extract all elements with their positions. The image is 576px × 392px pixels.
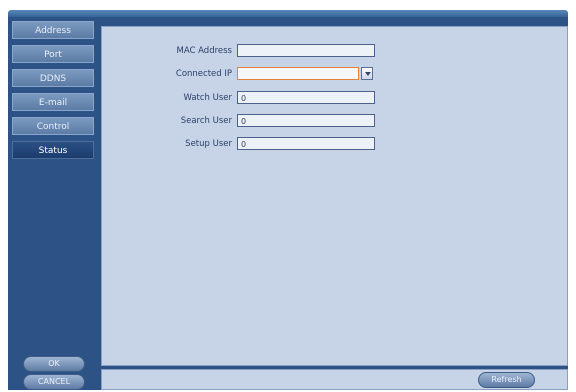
connected-ip-dropdown-button[interactable] [361,67,373,80]
sidebar-item-status[interactable]: Status [12,141,94,159]
ok-button[interactable]: OK [23,356,85,372]
sidebar-item-address[interactable]: Address [12,21,94,39]
setup-user-field[interactable]: 0 [237,137,375,150]
cancel-button[interactable]: CANCEL [23,374,85,390]
chevron-down-icon [365,72,371,76]
sidebar-item-port[interactable]: Port [12,45,94,63]
watch-user-field[interactable]: 0 [237,91,375,104]
mac-address-label: MAC Address [176,46,233,56]
search-user-label: Search User [180,116,232,126]
mac-address-field[interactable] [237,44,375,57]
watch-user-label: Watch User [183,93,232,103]
refresh-button[interactable]: Refresh [478,372,535,388]
sidebar-item-email[interactable]: E-mail [12,93,94,111]
sidebar-item-control[interactable]: Control [12,117,94,135]
setup-user-label: Setup User [185,139,232,149]
status-content: MAC Address Connected IP Watch User 0 Se… [101,26,568,366]
connected-ip-label: Connected IP [175,69,232,79]
sidebar-item-ddns[interactable]: DDNS [12,69,94,87]
settings-window: Address Port DDNS E-mail Control Status … [0,0,576,392]
connected-ip-select[interactable] [237,67,359,80]
sidebar: Address Port DDNS E-mail Control Status [10,21,96,165]
search-user-field[interactable]: 0 [237,114,375,127]
